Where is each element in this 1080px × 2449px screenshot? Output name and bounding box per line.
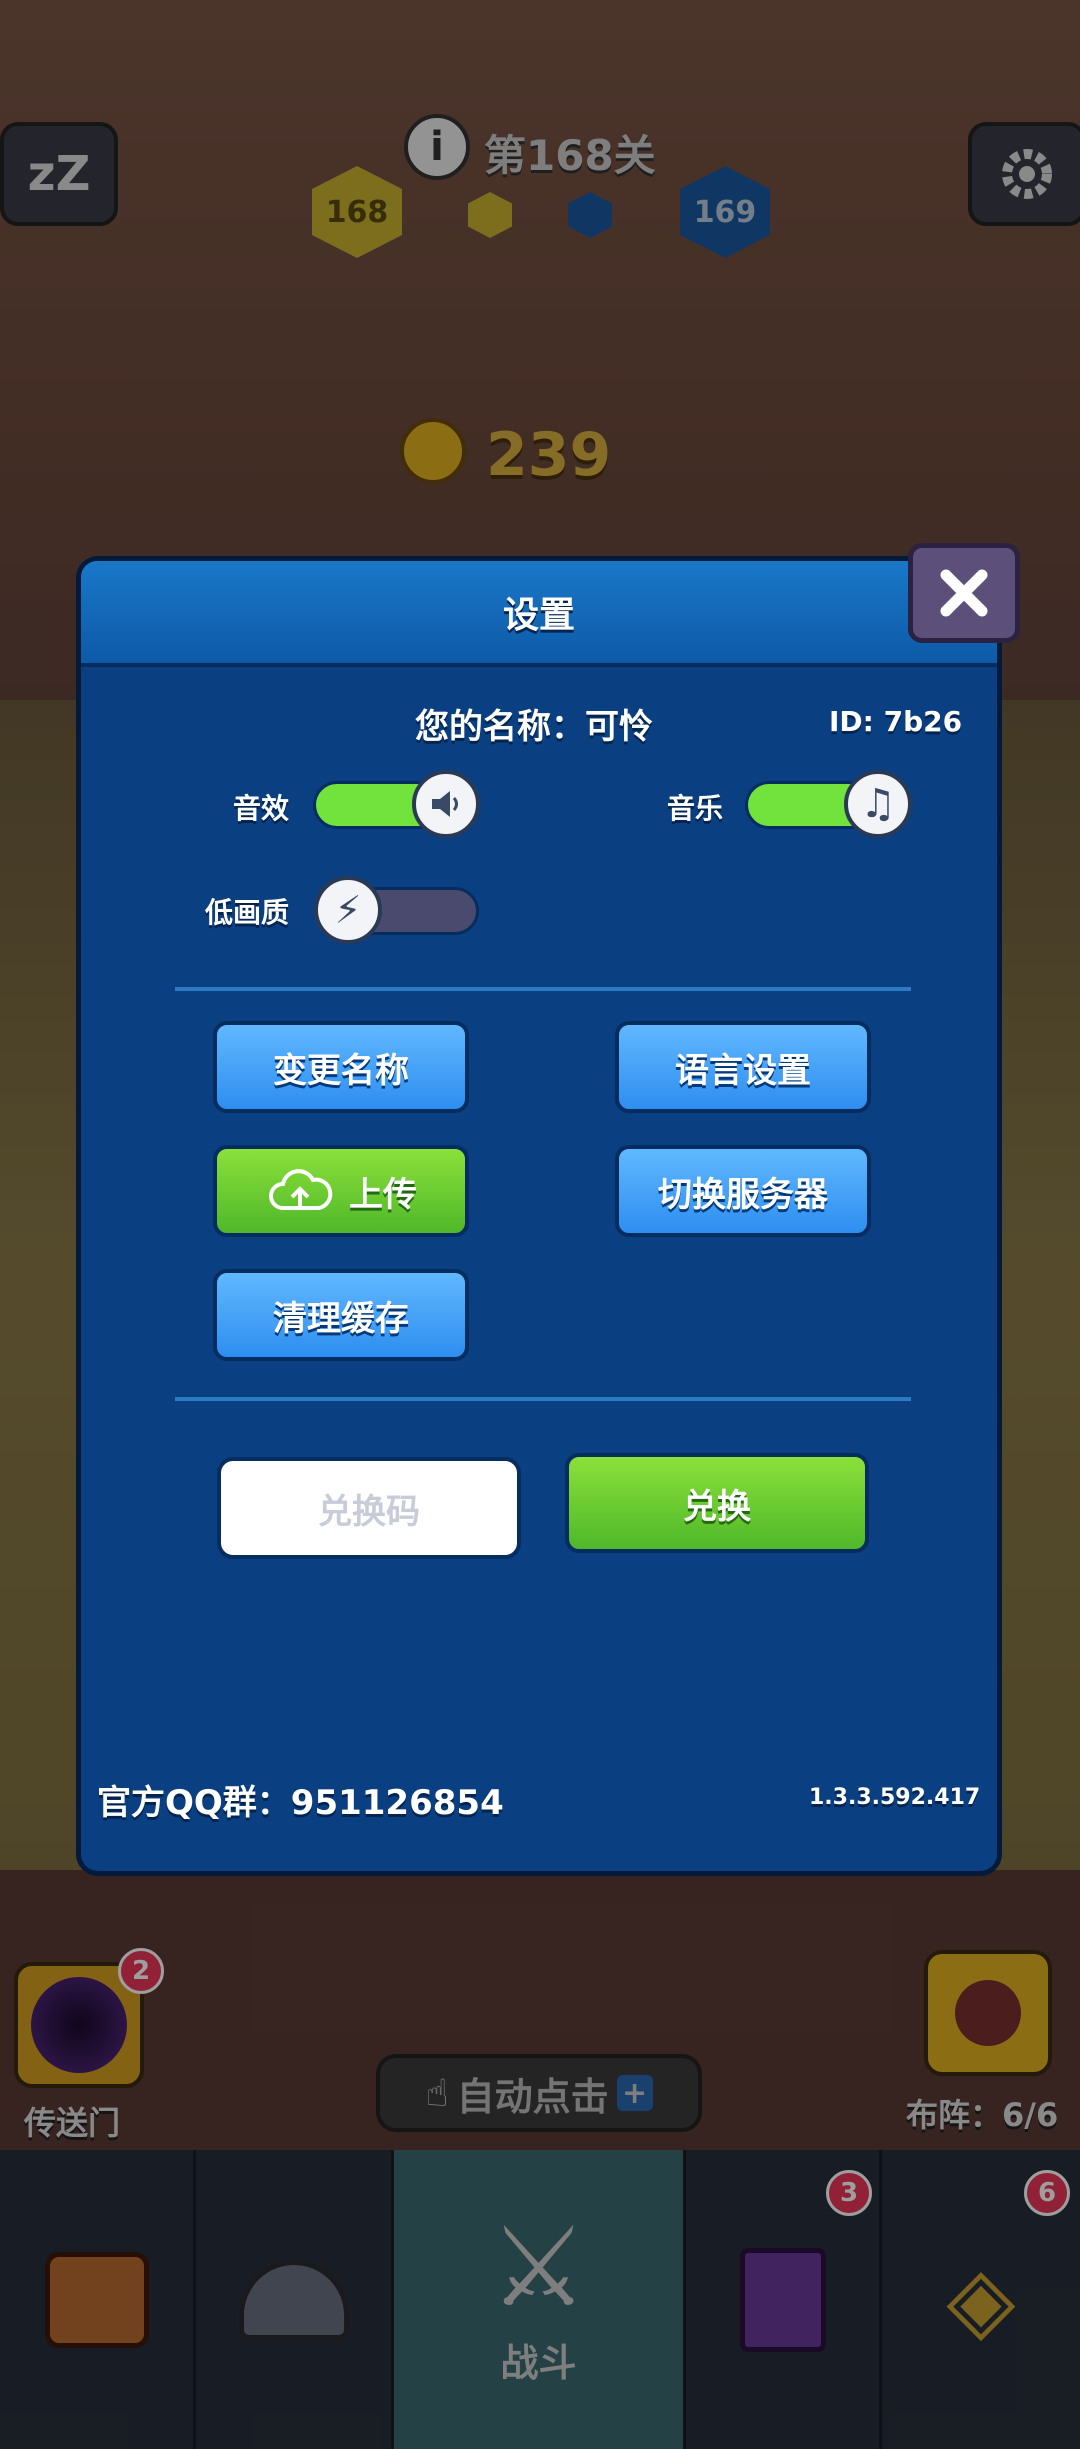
- divider-top: [175, 987, 911, 991]
- player-name: 您的名称：可怜: [415, 707, 653, 747]
- low-quality-toggle[interactable]: ⚡: [314, 876, 479, 944]
- divider-bottom: [175, 1397, 911, 1401]
- lightning-icon: ⚡: [314, 876, 382, 944]
- upload-label: 上传: [349, 1174, 417, 1215]
- music-toggle[interactable]: ♫: [745, 770, 912, 838]
- close-button[interactable]: [908, 543, 1020, 643]
- redeem-label: 兑换: [683, 1486, 751, 1527]
- music-label: 音乐: [667, 792, 724, 825]
- language-settings-label: 语言设置: [675, 1050, 811, 1091]
- switch-server-button[interactable]: 切换服务器: [615, 1145, 871, 1237]
- sound-effects-toggle[interactable]: [313, 770, 480, 838]
- redeem-code-placeholder: 兑换码: [318, 1491, 420, 1532]
- settings-title: 设置: [502, 595, 575, 636]
- close-icon: [940, 569, 988, 617]
- change-name-button[interactable]: 变更名称: [213, 1021, 469, 1113]
- player-id: ID: 7b26: [829, 705, 963, 738]
- settings-header: 设置: [81, 561, 997, 667]
- clear-cache-button[interactable]: 清理缓存: [213, 1269, 469, 1361]
- change-name-label: 变更名称: [273, 1050, 409, 1091]
- speaker-icon: [412, 770, 480, 838]
- switch-server-label: 切换服务器: [658, 1174, 828, 1215]
- low-quality-label: 低画质: [205, 896, 290, 929]
- clear-cache-label: 清理缓存: [273, 1298, 409, 1339]
- version-number: 1.3.3.592.417: [809, 1785, 981, 1810]
- redeem-code-input[interactable]: 兑换码: [217, 1457, 521, 1559]
- language-settings-button[interactable]: 语言设置: [615, 1021, 871, 1113]
- upload-button[interactable]: 上传: [213, 1145, 469, 1237]
- settings-dialog: 设置 您的名称：可怜 ID: 7b26 音效 音乐 ♫ 低画质 ⚡ 变更名称 语…: [76, 556, 1002, 1876]
- music-note-icon: ♫: [844, 770, 912, 838]
- sound-effects-label: 音效: [233, 792, 290, 825]
- redeem-button[interactable]: 兑换: [565, 1453, 869, 1553]
- cloud-upload-icon: [269, 1169, 333, 1210]
- qq-group-info: 官方QQ群：951126854: [97, 1783, 504, 1823]
